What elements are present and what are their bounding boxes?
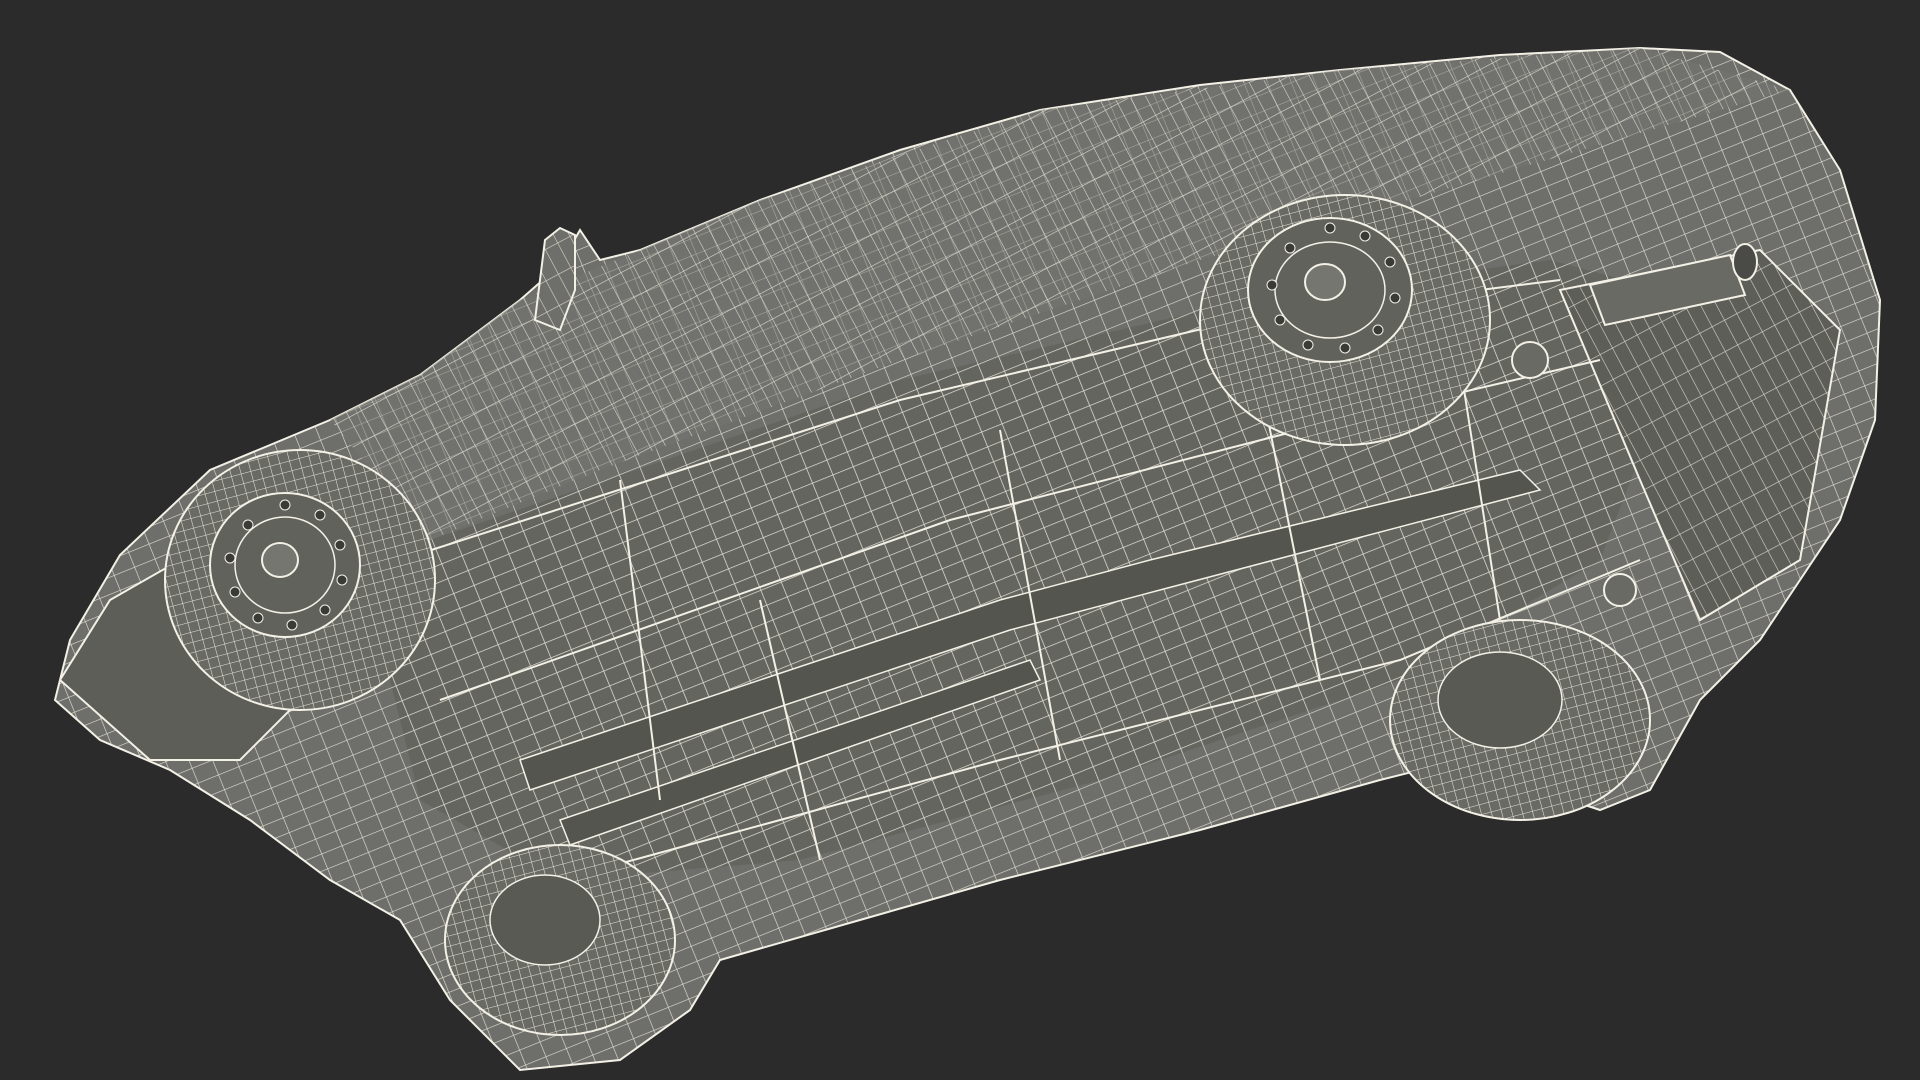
wireframe-render	[53, 46, 1882, 1072]
front-wheel-upper	[164, 449, 436, 711]
render-viewport	[0, 0, 1920, 1080]
rear-wheel-upper	[1199, 194, 1491, 446]
rear-wheel-lower	[1389, 619, 1651, 821]
front-wheel-lower	[444, 844, 676, 1036]
